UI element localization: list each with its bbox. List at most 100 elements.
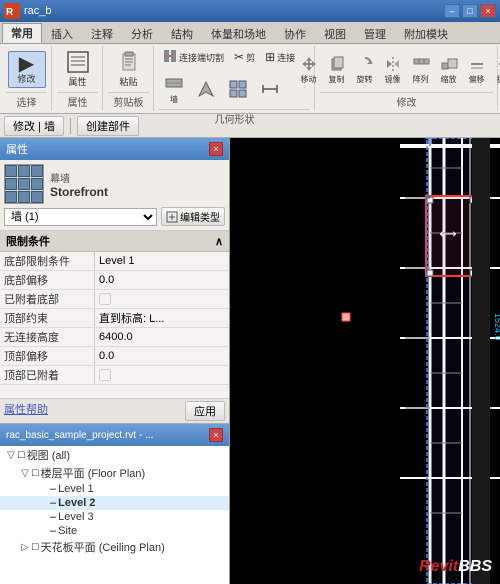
grid-btn[interactable] xyxy=(223,70,253,108)
rotate-label: 旋转 xyxy=(357,74,373,85)
properties-help-link[interactable]: 属性帮助 xyxy=(4,401,48,421)
prop-value-5: 0.0 xyxy=(95,347,229,365)
type-preview-icon xyxy=(4,164,44,204)
move-button[interactable]: 移动 xyxy=(296,52,322,88)
connect-icon: ⊞ xyxy=(265,50,275,64)
modify-button[interactable]: ▶ 修改 xyxy=(8,51,46,88)
cut-label: 剪 xyxy=(246,51,255,64)
modify-label: 修改 xyxy=(17,75,35,85)
bbs-text: BBS xyxy=(458,558,492,576)
tree-ceiling-plan[interactable]: ▷ □ 天花板平面 (Ceiling Plan) xyxy=(0,538,229,556)
modify-wall-button[interactable]: 修改 | 墙 xyxy=(4,116,64,136)
copy-button[interactable]: 复制 xyxy=(324,52,350,88)
browser-title: rac_basic_sample_project.rvt - ... xyxy=(6,430,153,441)
paste-icon xyxy=(118,51,140,77)
edit-type-label: 编辑类型 xyxy=(180,209,220,224)
type-category: 幕墙 xyxy=(50,170,225,185)
main-content: 属性 × 幕墙 Storefront xyxy=(0,138,500,584)
tree-level-2[interactable]: – Level 2 xyxy=(0,496,229,510)
tab-常用[interactable]: 常用 xyxy=(2,23,42,43)
browser-close-button[interactable]: × xyxy=(209,428,223,442)
tree-floor-plan[interactable]: ▽ □ 楼层平面 (Floor Plan) xyxy=(0,464,229,482)
tab-视图[interactable]: 视图 xyxy=(315,23,355,43)
minimize-button[interactable]: – xyxy=(444,4,460,18)
top-attached-checkbox[interactable] xyxy=(99,369,111,381)
instance-selector[interactable]: 墙 (1) xyxy=(4,208,157,226)
prop-value-6 xyxy=(95,366,229,384)
copy-label: 复制 xyxy=(329,74,345,85)
ceiling-toggle[interactable]: ▷ xyxy=(18,542,32,553)
ribbon-tabs: 常用 插入 注释 分析 结构 体量和场地 协作 视图 管理 附加模块 xyxy=(0,22,500,44)
tab-体量和场地[interactable]: 体量和场地 xyxy=(202,23,275,43)
connect-cut-button[interactable]: 连接端切割 xyxy=(159,48,228,66)
ribbon-toolbar: ▶ 修改 选择 属性 属性 xyxy=(0,44,500,114)
type-info: 幕墙 Storefront xyxy=(50,170,225,199)
scale-label: 缩放 xyxy=(441,74,457,85)
floor-plan-toggle[interactable]: ▽ xyxy=(18,468,32,479)
base-attached-checkbox[interactable] xyxy=(99,293,111,305)
prop-value-2 xyxy=(95,290,229,308)
tab-管理[interactable]: 管理 xyxy=(355,23,395,43)
prop-row-base-attached[interactable]: 已附着底部 xyxy=(0,290,229,309)
canvas-area[interactable]: 1524.0 ⟷ xyxy=(230,138,500,584)
array-button[interactable]: 阵列 xyxy=(408,52,434,88)
browser-tree: ▽ □ 视图 (all) ▽ □ 楼层平面 (Floor Plan) – Lev… xyxy=(0,446,229,584)
views-label: 视图 (all) xyxy=(27,447,70,463)
edit-type-button[interactable]: 编辑类型 xyxy=(161,207,225,226)
connect-button[interactable]: ⊞ 连接 xyxy=(261,48,299,66)
tree-views-all[interactable]: ▽ □ 视图 (all) xyxy=(0,446,229,464)
prop-row-top-constraint[interactable]: 顶部约束 直到标高: L... xyxy=(0,309,229,328)
arrow-btn[interactable] xyxy=(191,70,221,108)
tree-level-3[interactable]: – Level 3 xyxy=(0,510,229,524)
prop-row-base-offset[interactable]: 底部偏移 0.0 xyxy=(0,271,229,290)
properties-panel-footer: 属性帮助 应用 xyxy=(0,398,229,423)
split-label: 拆分 xyxy=(497,74,500,85)
clipboard-group-label: 剪贴板 xyxy=(108,92,149,109)
prop-row-base-constraint[interactable]: 底部限制条件 Level 1 xyxy=(0,252,229,271)
wall-btn[interactable]: 墙 xyxy=(159,70,189,108)
section-collapse-icon[interactable]: ∧ xyxy=(215,235,223,248)
offset-button[interactable]: 偏移 xyxy=(464,52,490,88)
tree-level-1[interactable]: – Level 1 xyxy=(0,482,229,496)
prop-value-1: 0.0 xyxy=(95,271,229,289)
title-bar-buttons: – □ × xyxy=(444,4,496,18)
views-toggle[interactable]: ▽ xyxy=(4,450,18,461)
maximize-button[interactable]: □ xyxy=(462,4,478,18)
tab-协作[interactable]: 协作 xyxy=(275,23,315,43)
prop-name-5: 顶部偏移 xyxy=(0,347,95,365)
tab-插入[interactable]: 插入 xyxy=(42,23,82,43)
array-label: 阵列 xyxy=(413,74,429,85)
rotate-button[interactable]: 旋转 xyxy=(352,52,378,88)
ceiling-icon: □ xyxy=(32,541,39,553)
paste-button[interactable]: 粘贴 xyxy=(110,48,148,91)
geometry-group-label: 几何形状 xyxy=(159,109,310,126)
mirror-button[interactable]: 镜像 xyxy=(380,52,406,88)
prop-name-0: 底部限制条件 xyxy=(0,252,95,270)
dimension-btn[interactable] xyxy=(255,70,285,108)
prop-row-top-attached[interactable]: 顶部已附着 xyxy=(0,366,229,385)
create-part-button[interactable]: 创建部件 xyxy=(77,116,139,136)
tab-分析[interactable]: 分析 xyxy=(122,23,162,43)
close-button[interactable]: × xyxy=(480,4,496,18)
toolbar-separator xyxy=(70,118,71,134)
revit-bbs-watermark: Revit BBS xyxy=(419,558,492,576)
ribbon-group-select: ▶ 修改 选择 xyxy=(2,46,52,111)
properties-button[interactable]: 属性 xyxy=(59,48,97,91)
cut-icon: ✂ xyxy=(234,50,244,64)
tab-附加模块[interactable]: 附加模块 xyxy=(395,23,457,43)
cad-drawing: 1524.0 ⟷ xyxy=(230,138,500,584)
ribbon-group-geometry: 连接端切割 ✂ 剪 ⊞ 连接 墙 xyxy=(155,46,315,111)
tab-注释[interactable]: 注释 xyxy=(82,23,122,43)
level1-label: Level 1 xyxy=(58,483,93,495)
properties-label: 属性 xyxy=(68,78,86,88)
tree-site[interactable]: – Site xyxy=(0,524,229,538)
prop-row-unconnected-height[interactable]: 无连接高度 6400.0 xyxy=(0,328,229,347)
split-button[interactable]: 拆分 xyxy=(492,52,500,88)
properties-close-button[interactable]: × xyxy=(209,142,223,156)
cut-button[interactable]: ✂ 剪 xyxy=(230,48,259,66)
scale-button[interactable]: 缩放 xyxy=(436,52,462,88)
tab-结构[interactable]: 结构 xyxy=(162,23,202,43)
prop-value-4: 6400.0 xyxy=(95,328,229,346)
prop-row-top-offset[interactable]: 顶部偏移 0.0 xyxy=(0,347,229,366)
apply-button[interactable]: 应用 xyxy=(185,401,225,421)
